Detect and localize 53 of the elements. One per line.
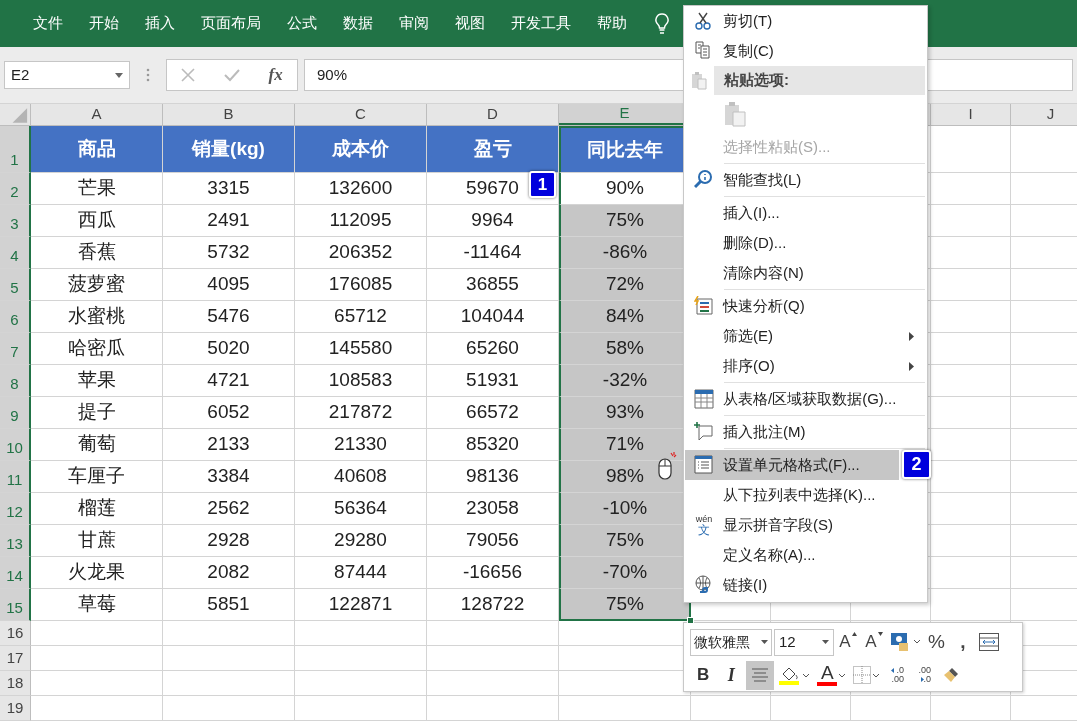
table-cell: 车厘子	[31, 461, 163, 493]
table-cell: 芒果	[31, 173, 163, 205]
table-cell: 2133	[163, 429, 295, 461]
step-badge: 1	[529, 171, 556, 198]
table-cell: 火龙果	[31, 557, 163, 589]
pinyin-icon: wén 文	[694, 514, 714, 536]
table-cell: 176085	[295, 269, 427, 301]
table-cell: 西瓜	[31, 205, 163, 237]
table-cell: 75%	[559, 589, 691, 621]
cell-reference: E2	[11, 64, 30, 85]
table-cell: 葡萄	[31, 429, 163, 461]
table-cell: 2562	[163, 493, 295, 525]
table-cell: 29280	[295, 525, 427, 557]
table-cell: 122871	[295, 589, 427, 621]
table-cell: 榴莲	[31, 493, 163, 525]
step-badge: 2	[902, 450, 931, 479]
table-header-cell: 商品	[31, 126, 163, 173]
table-cell: 87444	[295, 557, 427, 589]
table-cell: 提子	[31, 397, 163, 429]
table-cell: 苹果	[31, 365, 163, 397]
table-cell: 水蜜桃	[31, 301, 163, 333]
table-cell: 56364	[295, 493, 427, 525]
table-cell: 菠萝蜜	[31, 269, 163, 301]
table-cell: 2491	[163, 205, 295, 237]
table-cell: 21330	[295, 429, 427, 461]
table-cell: 5476	[163, 301, 295, 333]
table-cell: 206352	[295, 237, 427, 269]
table-cell: 132600	[295, 173, 427, 205]
table-cell: 草莓	[31, 589, 163, 621]
table-header-cell: 盈亏	[427, 126, 559, 173]
table-cell: 5732	[163, 237, 295, 269]
table-cell: 145580	[295, 333, 427, 365]
table-cell: 哈密瓜	[31, 333, 163, 365]
table-header-cell: 销量(kg)	[163, 126, 295, 173]
table-cell: 3315	[163, 173, 295, 205]
table-cell: 5851	[163, 589, 295, 621]
table-cell: 甘蔗	[31, 525, 163, 557]
table-cell: 40608	[295, 461, 427, 493]
table-cell: 3384	[163, 461, 295, 493]
formula-value: 90%	[317, 64, 348, 85]
table-cell: 香蕉	[31, 237, 163, 269]
table-cell: 217872	[295, 397, 427, 429]
table-cell: 112095	[295, 205, 427, 237]
table-header-cell: 成本价	[295, 126, 427, 173]
table-cell: 2928	[163, 525, 295, 557]
table-cell: 108583	[295, 365, 427, 397]
table-cell: 6052	[163, 397, 295, 429]
table-cell: 4721	[163, 365, 295, 397]
menu-section-title: 粘贴选项:	[714, 66, 925, 95]
table-cell: 65712	[295, 301, 427, 333]
table-cell: 5020	[163, 333, 295, 365]
table-cell: 4095	[163, 269, 295, 301]
table-cell: 2082	[163, 557, 295, 589]
